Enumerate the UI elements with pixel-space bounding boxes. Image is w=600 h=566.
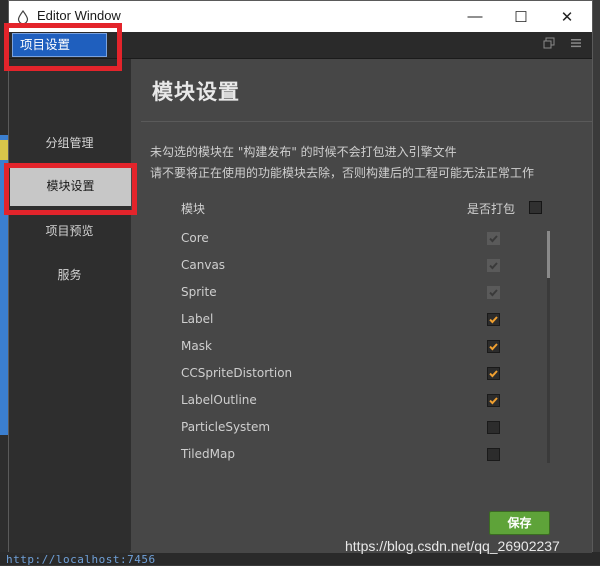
menu-icon[interactable] — [570, 37, 582, 49]
module-name: ParticleSystem — [181, 420, 271, 434]
module-checkbox[interactable] — [487, 367, 500, 380]
module-checkbox[interactable] — [487, 448, 500, 461]
module-name: TiledMap — [181, 447, 235, 461]
module-name: Label — [181, 312, 214, 326]
module-checkbox[interactable] — [487, 340, 500, 353]
module-name: Core — [181, 231, 209, 245]
background-strip-accent — [0, 140, 8, 160]
check-icon — [489, 316, 498, 324]
description-line-2: 请不要将正在使用的功能模块去除，否则构建后的工程可能无法正常工作 — [150, 166, 535, 180]
column-header-pack: 是否打包 — [467, 202, 516, 216]
editor-window: Editor Window — ☐ ✕ 项目设置 分组管理 模块设置 项目预览 … — [8, 0, 593, 553]
module-row: Mask — [171, 334, 541, 361]
app-drop-icon — [17, 10, 29, 24]
save-button[interactable]: 保存 — [489, 511, 550, 535]
module-name: CCSpriteDistortion — [181, 366, 293, 380]
list-scrollbar-thumb[interactable] — [547, 231, 550, 278]
description-line-1: 未勾选的模块在 "构建发布" 的时候不会打包进入引擎文件 — [150, 145, 457, 159]
module-name: Sprite — [181, 285, 217, 299]
module-row: Canvas — [171, 253, 541, 280]
sidebar-item-group-management[interactable]: 分组管理 — [9, 134, 130, 151]
module-checkbox — [487, 259, 500, 272]
check-icon — [489, 289, 498, 297]
popout-icon[interactable] — [543, 37, 555, 49]
sidebar-item-project-preview[interactable]: 项目预览 — [9, 222, 130, 239]
maximize-icon: ☐ — [514, 8, 528, 26]
module-row: Label — [171, 307, 541, 334]
select-all-checkbox[interactable] — [529, 201, 542, 214]
highlight-box-sidebar — [4, 163, 137, 215]
module-row: LabelOutline — [171, 388, 541, 415]
module-checkbox[interactable] — [487, 421, 500, 434]
highlight-box-tab — [4, 23, 122, 71]
check-icon — [489, 343, 498, 351]
module-list: Core Canvas Sprite Label Mask CCSpriteDistort… — [171, 226, 541, 466]
module-name: Mask — [181, 339, 212, 353]
close-icon: ✕ — [560, 8, 574, 26]
page-title: 模块设置 — [152, 80, 240, 104]
module-checkbox[interactable] — [487, 313, 500, 326]
module-row: CCSpriteDistortion — [171, 361, 541, 388]
minimize-icon: — — [467, 8, 483, 25]
column-header-module: 模块 — [181, 202, 206, 216]
background-app-edge — [0, 0, 8, 565]
check-icon — [489, 397, 498, 405]
background-url-text: http://localhost:7456 — [6, 553, 156, 566]
check-icon — [489, 370, 498, 378]
check-icon — [489, 235, 498, 243]
sidebar-item-services[interactable]: 服务 — [9, 266, 130, 283]
module-name: Canvas — [181, 258, 226, 272]
module-row: Sprite — [171, 280, 541, 307]
module-checkbox[interactable] — [487, 394, 500, 407]
watermark-text: https://blog.csdn.net/qq_26902237 — [345, 538, 560, 554]
module-settings-panel: 模块设置 未勾选的模块在 "构建发布" 的时候不会打包进入引擎文件 请不要将正在… — [131, 59, 592, 553]
module-checkbox — [487, 232, 500, 245]
module-row: Core — [171, 226, 541, 253]
module-row: TiledMap — [171, 442, 541, 469]
title-divider — [141, 121, 592, 122]
module-checkbox — [487, 286, 500, 299]
maximize-button[interactable]: ☐ — [498, 1, 544, 32]
window-title: Editor Window — [37, 8, 121, 23]
check-icon — [489, 262, 498, 270]
close-button[interactable]: ✕ — [544, 1, 590, 32]
settings-sidebar: 分组管理 模块设置 项目预览 服务 — [9, 59, 131, 553]
minimize-button[interactable]: — — [452, 1, 498, 32]
module-row: ParticleSystem — [171, 415, 541, 442]
module-name: LabelOutline — [181, 393, 257, 407]
